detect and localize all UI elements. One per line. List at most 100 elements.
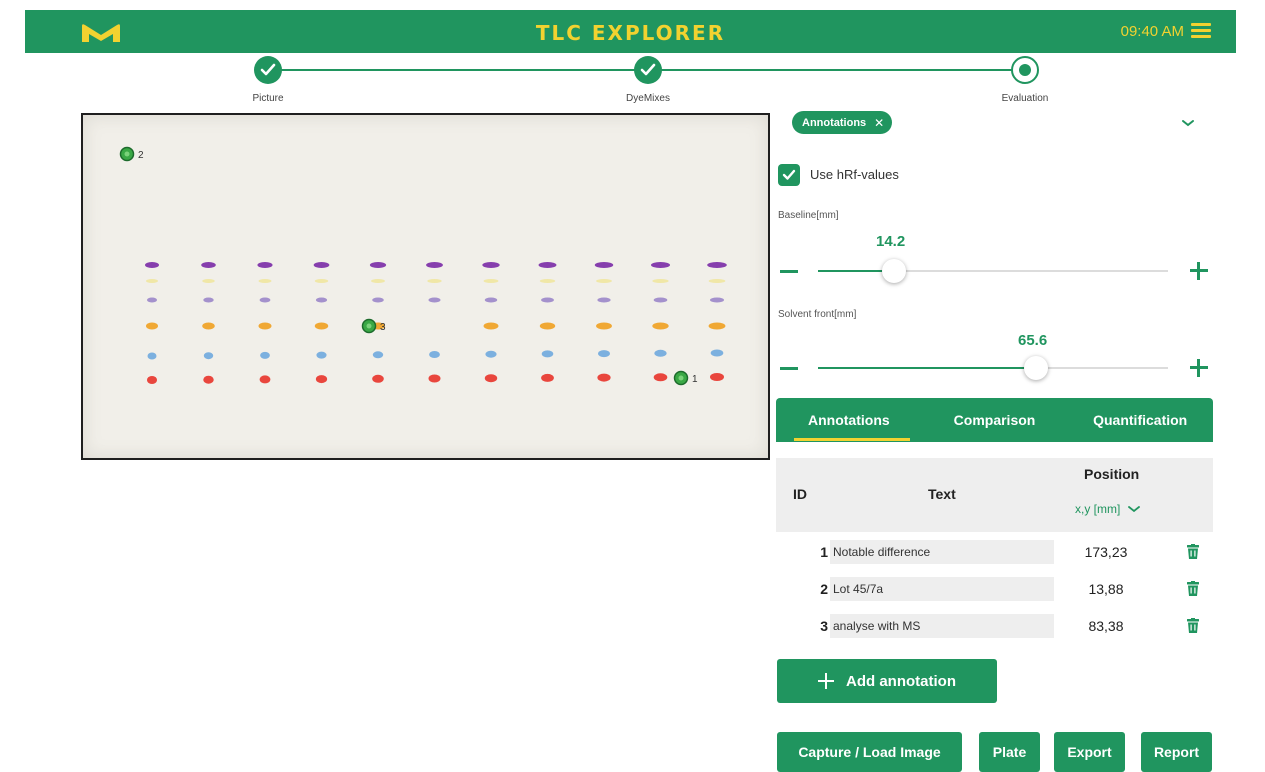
tlc-spot xyxy=(598,350,610,358)
tlc-spot xyxy=(652,322,669,330)
tlc-spot xyxy=(654,349,667,357)
tlc-spot xyxy=(257,262,273,268)
tlc-spot xyxy=(597,373,611,382)
solvent-front-increment-button[interactable] xyxy=(1190,359,1208,377)
solvent-front-value: 65.6 xyxy=(1018,332,1048,349)
tlc-spot xyxy=(372,374,384,383)
tlc-spot xyxy=(316,351,327,359)
tlc-spot xyxy=(428,297,441,303)
annotations-filter-chip[interactable]: Annotations ✕ xyxy=(792,111,893,134)
capture-load-image-button[interactable]: Capture / Load Image xyxy=(777,732,962,772)
table-row[interactable]: 3 analyse with MS 83,38 xyxy=(776,612,1213,640)
tlc-spot xyxy=(369,262,387,268)
trash-icon[interactable] xyxy=(1187,581,1199,596)
baseline-slider-thumb[interactable] xyxy=(882,259,906,283)
use-hrf-checkbox[interactable] xyxy=(778,164,800,186)
tlc-spot xyxy=(315,375,328,384)
tlc-spot xyxy=(539,322,556,330)
annotations-table-header: ID Text Position x,y [mm] xyxy=(776,458,1213,532)
tlc-spot xyxy=(596,322,612,330)
tlc-spot xyxy=(485,350,497,358)
tlc-spot xyxy=(482,262,500,268)
tlc-spot xyxy=(146,279,158,283)
tlc-spot xyxy=(202,279,215,283)
tlc-spot xyxy=(147,352,157,360)
marker-label-2: 2 xyxy=(138,150,144,161)
tlc-spot xyxy=(259,375,271,384)
check-icon xyxy=(640,63,656,76)
tlc-spot xyxy=(652,279,669,283)
tab-quantification[interactable]: Quantification xyxy=(1067,398,1213,442)
use-hrf-label: Use hRf-values xyxy=(810,167,899,182)
tlc-spot xyxy=(260,351,270,359)
tlc-plate-image[interactable]: 2 3 1 xyxy=(81,113,770,460)
row-id: 1 xyxy=(820,544,828,560)
tlc-spot xyxy=(594,262,614,268)
step-label-evaluation: Evaluation xyxy=(1001,93,1049,104)
position-unit-select[interactable]: x,y [mm] xyxy=(1075,502,1141,516)
tlc-spot xyxy=(201,262,216,268)
solvent-front-decrement-button[interactable] xyxy=(780,367,798,370)
tlc-spot xyxy=(202,322,215,330)
table-row[interactable]: 2 Lot 45/7a 13,88 xyxy=(776,575,1213,603)
tlc-spot xyxy=(258,279,272,283)
tlc-spot xyxy=(146,322,158,330)
tlc-spot xyxy=(372,351,384,359)
tlc-spot xyxy=(314,322,329,330)
report-button[interactable]: Report xyxy=(1141,732,1212,772)
hamburger-menu-icon[interactable] xyxy=(1191,23,1211,39)
tlc-spot xyxy=(650,262,671,268)
trash-icon[interactable] xyxy=(1187,544,1199,559)
column-header-text: Text xyxy=(928,486,956,502)
row-position: 13,88 xyxy=(1088,581,1124,597)
baseline-decrement-button[interactable] xyxy=(780,270,798,273)
tlc-spot xyxy=(539,279,556,283)
annotation-marker-1[interactable]: 1 xyxy=(673,370,699,386)
tlc-spot xyxy=(258,322,272,330)
tab-comparison[interactable]: Comparison xyxy=(922,398,1068,442)
row-text-input[interactable]: Notable difference xyxy=(830,540,1054,564)
add-annotation-label: Add annotation xyxy=(846,672,956,690)
tlc-spot xyxy=(708,322,726,330)
step-dyemixes[interactable] xyxy=(634,56,662,84)
annotation-marker-2[interactable]: 2 xyxy=(119,146,145,162)
tlc-spot xyxy=(259,297,271,303)
tlc-spot xyxy=(484,297,498,303)
step-label-picture: Picture xyxy=(252,93,284,104)
chip-label: Annotations xyxy=(802,116,867,129)
check-icon xyxy=(782,169,796,180)
tlc-spot xyxy=(483,279,499,283)
tlc-spot xyxy=(541,297,554,303)
solvent-front-slider[interactable] xyxy=(818,356,1168,380)
table-row[interactable]: 1 Notable difference 173,23 xyxy=(776,538,1213,566)
tlc-spot xyxy=(653,373,668,382)
trash-icon[interactable] xyxy=(1187,618,1199,633)
plus-icon xyxy=(818,673,834,689)
export-button[interactable]: Export xyxy=(1054,732,1125,772)
solvent-front-slider-fill xyxy=(818,367,1036,369)
tlc-spot xyxy=(203,352,214,360)
row-text-input[interactable]: analyse with MS xyxy=(830,614,1054,638)
tlc-spot xyxy=(147,376,157,384)
step-evaluation[interactable] xyxy=(1011,56,1039,84)
tab-annotations[interactable]: Annotations xyxy=(776,398,922,442)
solvent-front-slider-thumb[interactable] xyxy=(1024,356,1048,380)
baseline-slider[interactable] xyxy=(818,259,1168,283)
baseline-increment-button[interactable] xyxy=(1190,262,1208,280)
close-icon[interactable]: ✕ xyxy=(874,116,884,130)
step-picture[interactable] xyxy=(254,56,282,84)
tlc-spot xyxy=(426,262,443,268)
tlc-spot xyxy=(203,297,214,303)
annotation-marker-3[interactable]: 3 xyxy=(361,318,387,334)
column-header-id: ID xyxy=(793,486,807,502)
tlc-spot xyxy=(483,322,499,330)
tlc-spot xyxy=(710,297,724,303)
plate-spots-layer xyxy=(145,262,727,384)
tlc-spot xyxy=(203,375,214,384)
row-text-input[interactable]: Lot 45/7a xyxy=(830,577,1054,601)
row-id: 2 xyxy=(820,581,828,597)
add-annotation-button[interactable]: Add annotation xyxy=(777,659,997,703)
plate-button[interactable]: Plate xyxy=(979,732,1040,772)
tlc-spot xyxy=(313,262,330,268)
chevron-down-icon[interactable] xyxy=(1180,118,1196,128)
